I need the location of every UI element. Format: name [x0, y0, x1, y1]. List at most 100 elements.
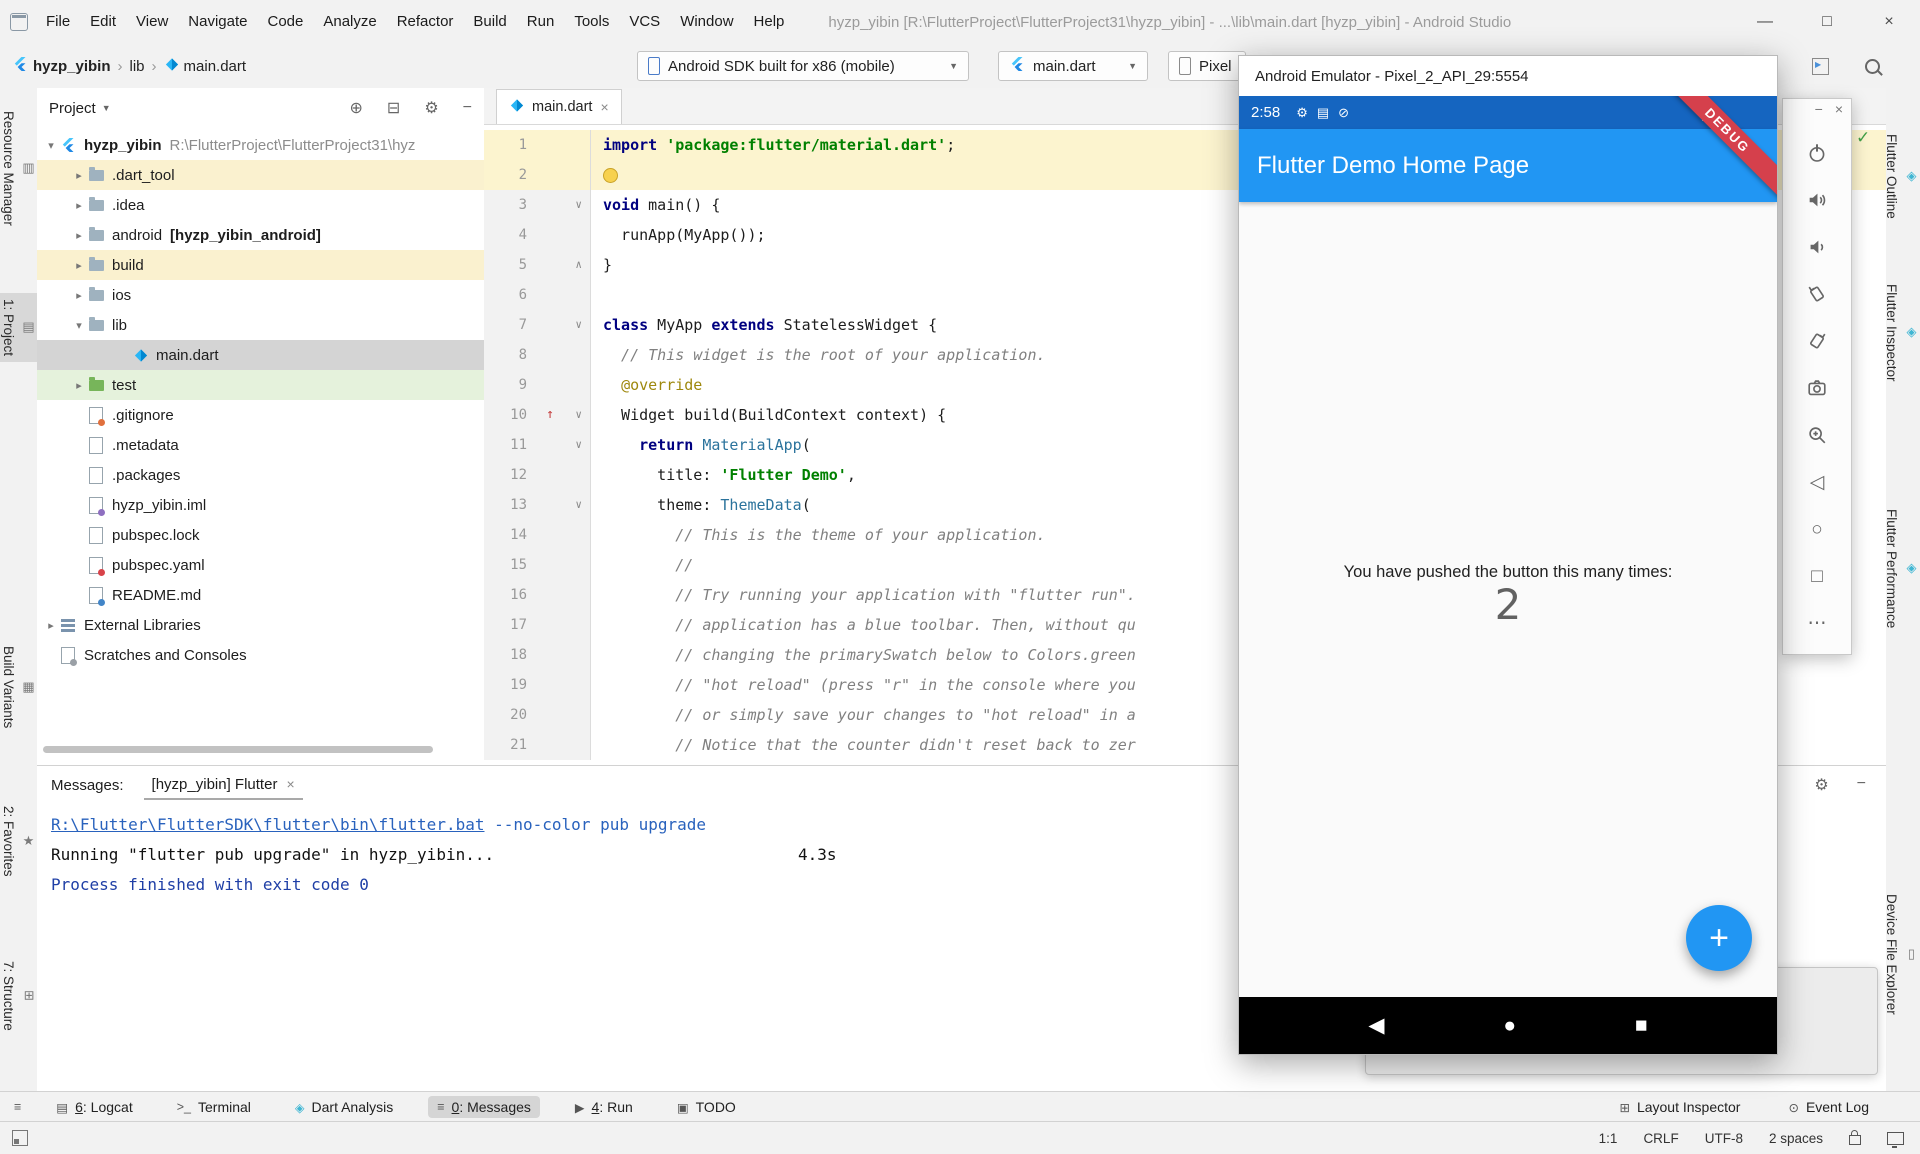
tool-window-button-layout-inspector[interactable]: ⊞Layout Inspector [1610, 1096, 1749, 1118]
tool-window-button-0-messages[interactable]: ≡0: Messages [428, 1096, 540, 1118]
tool-window-button-dart-analysis[interactable]: ◈Dart Analysis [286, 1096, 402, 1118]
hide-panel-icon[interactable]: − [463, 99, 472, 117]
status-item-1-1[interactable]: 1:1 [1599, 1131, 1618, 1146]
menu-tools[interactable]: Tools [564, 0, 619, 44]
messages-tab[interactable]: [hyzp_yibin] Flutter [144, 771, 303, 800]
chevron-down-icon[interactable]: ▾ [71, 319, 87, 332]
more-icon[interactable]: ⋯ [1805, 611, 1829, 635]
close-button[interactable]: × [1835, 101, 1843, 117]
tool-window-toggle-icon[interactable] [12, 1130, 28, 1146]
sidebar-item-2-favorites[interactable]: ★2: Favorites [0, 800, 37, 883]
fold-down-icon[interactable]: ∨ [575, 190, 582, 220]
tree-row--dart_tool[interactable]: ▸.dart_tool [37, 160, 484, 190]
project-panel-title[interactable]: Project [49, 100, 96, 117]
close-tab-icon[interactable] [286, 776, 294, 792]
menu-view[interactable]: View [126, 0, 178, 44]
menu-code[interactable]: Code [257, 0, 313, 44]
locate-file-icon[interactable]: ⊕ [350, 98, 363, 118]
screenshot-icon[interactable] [1805, 376, 1829, 400]
chevron-right-icon[interactable]: ▸ [71, 169, 87, 182]
home-button[interactable]: ● [1503, 1014, 1516, 1038]
override-marker-icon[interactable]: ↑ [546, 400, 554, 430]
home-icon[interactable]: ○ [1805, 517, 1829, 541]
chevron-right-icon[interactable]: ▸ [71, 289, 87, 302]
tree-row--gitignore[interactable]: .gitignore [37, 400, 484, 430]
menu-vcs[interactable]: VCS [619, 0, 670, 44]
tree-row-scrat-ches-and-consoles[interactable]: Scrat­ches and Consoles [37, 640, 484, 670]
sidebar-item-1-project[interactable]: ▤1: Project [0, 293, 37, 362]
volume-up-icon[interactable] [1805, 188, 1829, 212]
chevron-down-icon[interactable]: ▼ [102, 103, 111, 113]
tree-row-external-libraries[interactable]: ▸External Libraries [37, 610, 484, 640]
emulator-title-bar[interactable]: Android Emulator - Pixel_2_API_29:5554 [1239, 56, 1777, 97]
rotate-right-icon[interactable] [1805, 329, 1829, 353]
recents-button[interactable]: ■ [1635, 1014, 1648, 1038]
tab-main-dart[interactable]: main.dart [496, 89, 622, 124]
tree-row-android[interactable]: ▸android[hyzp_yibin_android] [37, 220, 484, 250]
menu-help[interactable]: Help [744, 0, 795, 44]
close-button[interactable]: × [1858, 0, 1920, 44]
tree-row-test[interactable]: ▸test [37, 370, 484, 400]
minimize-button[interactable]: — [1734, 0, 1796, 44]
run-config-selector[interactable]: main.dart ▼ [998, 51, 1148, 81]
tool-window-button-todo[interactable]: ▣TODO [668, 1096, 745, 1118]
zoom-icon[interactable] [1805, 423, 1829, 447]
maximize-button[interactable]: □ [1796, 0, 1858, 44]
settings-gear-icon[interactable]: ⚙ [424, 98, 438, 118]
breadcrumb-item-hyzp_yibin[interactable]: hyzp_yibin [12, 56, 111, 76]
status-item-utf-8[interactable]: UTF-8 [1705, 1131, 1743, 1146]
sidebar-item-build-variants[interactable]: ▦Build Variants [0, 640, 37, 734]
volume-down-icon[interactable] [1805, 235, 1829, 259]
chevron-right-icon[interactable]: ▸ [43, 619, 59, 632]
attach-debugger-icon[interactable] [1812, 58, 1829, 75]
tool-window-button-terminal[interactable]: >_Terminal [168, 1096, 260, 1118]
menu-build[interactable]: Build [463, 0, 516, 44]
sidebar-item-flutter-outline[interactable]: ◈Flutter Outline [1886, 128, 1920, 225]
search-icon[interactable] [1865, 59, 1880, 74]
inspections-ok-icon[interactable]: ✓ [1856, 128, 1870, 148]
tree-row-pubspec-yaml[interactable]: pubspec.yaml [37, 550, 484, 580]
tree-row--packages[interactable]: .packages [37, 460, 484, 490]
minimize-button[interactable]: − [1815, 101, 1823, 117]
project-horizontal-scrollbar[interactable] [43, 746, 433, 753]
settings-gear-icon[interactable]: ⚙ [1814, 775, 1828, 795]
fold-down-icon[interactable]: ∨ [575, 430, 582, 460]
tree-row-pubspec-lock[interactable]: pubspec.lock [37, 520, 484, 550]
hide-panel-icon[interactable]: − [1857, 775, 1866, 795]
back-button[interactable]: ◀ [1368, 1013, 1384, 1038]
status-item-2-spaces[interactable]: 2 spaces [1769, 1131, 1823, 1146]
tree-row-lib[interactable]: ▾lib [37, 310, 484, 340]
menu-edit[interactable]: Edit [80, 0, 126, 44]
menu-analyze[interactable]: Analyze [313, 0, 386, 44]
menu-file[interactable]: File [36, 0, 80, 44]
back-icon[interactable]: ◁ [1805, 470, 1829, 494]
window-menu-icon[interactable]: ≡ [14, 1100, 21, 1114]
tree-row-main-dart[interactable]: main.dart [37, 340, 484, 370]
tree-row--metadata[interactable]: .metadata [37, 430, 484, 460]
menu-window[interactable]: Window [670, 0, 743, 44]
chevron-right-icon[interactable]: ▸ [71, 199, 87, 212]
fold-down-icon[interactable]: ∨ [575, 400, 582, 430]
intention-bulb-icon[interactable] [603, 168, 618, 183]
fold-end-icon[interactable]: ∧ [575, 250, 582, 280]
collapse-all-icon[interactable]: ⊟ [387, 98, 400, 118]
tool-window-button-6-logcat[interactable]: ▤6: Logcat [47, 1096, 141, 1118]
chevron-right-icon[interactable]: ▸ [71, 379, 87, 392]
write-lock-icon[interactable] [1849, 1135, 1861, 1145]
chevron-right-icon[interactable]: ▸ [71, 229, 87, 242]
chevron-right-icon[interactable]: ▸ [71, 259, 87, 272]
fold-down-icon[interactable]: ∨ [575, 310, 582, 340]
flutter-bat-link[interactable]: R:\Flutter\FlutterSDK\flutter\bin\flutte… [51, 815, 484, 834]
fold-down-icon[interactable]: ∨ [575, 490, 582, 520]
power-icon[interactable] [1805, 141, 1829, 165]
tree-row-hyzp_yibin[interactable]: ▾hyzp_yibinR:\FlutterProject\FlutterProj… [37, 130, 484, 160]
sidebar-item-flutter-inspector[interactable]: ◈Flutter Inspector [1886, 278, 1920, 388]
tool-window-button-4-run[interactable]: ▶4: Run [566, 1096, 642, 1118]
menu-refactor[interactable]: Refactor [387, 0, 464, 44]
sidebar-item-resource-manager[interactable]: ▥Resource Manager [0, 105, 37, 232]
status-item-crlf[interactable]: CRLF [1643, 1131, 1678, 1146]
menu-navigate[interactable]: Navigate [178, 0, 257, 44]
chevron-down-icon[interactable]: ▾ [43, 139, 59, 152]
tree-row-ios[interactable]: ▸ios [37, 280, 484, 310]
menu-run[interactable]: Run [517, 0, 565, 44]
